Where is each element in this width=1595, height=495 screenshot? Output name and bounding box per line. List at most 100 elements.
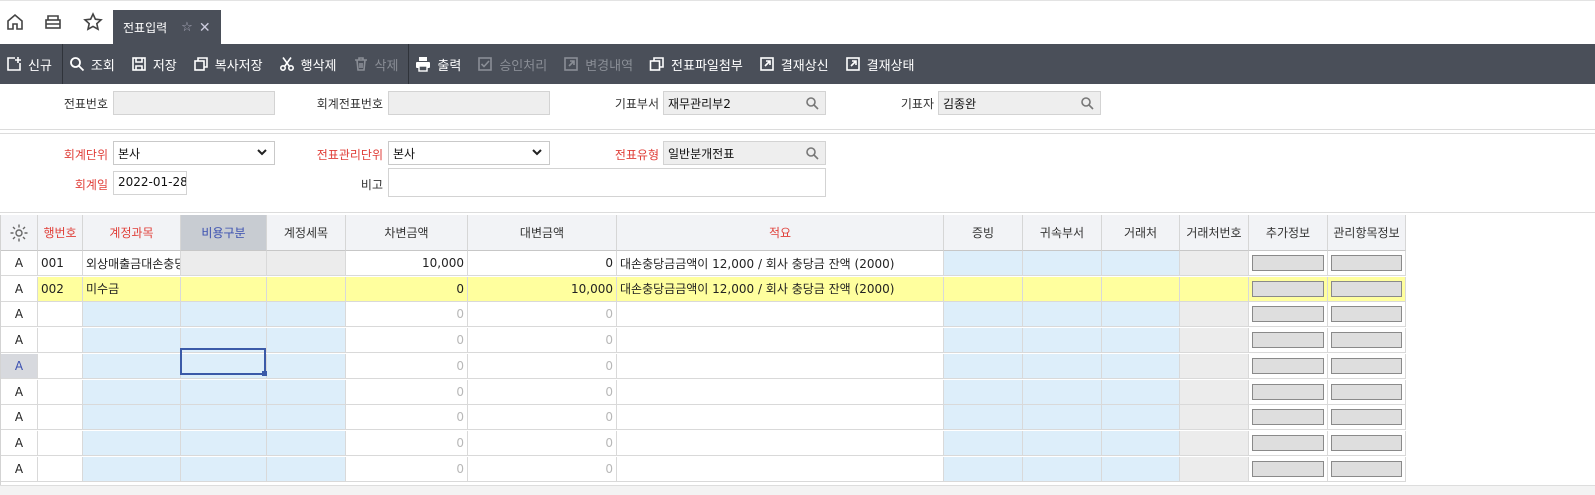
favorite-star-icon[interactable]: ☆ (181, 20, 193, 35)
grid-cell-vendor[interactable] (1102, 328, 1180, 354)
grid-cell-vendor-no[interactable] (1180, 302, 1249, 328)
grid-cell-debit[interactable]: 0 (346, 456, 468, 482)
mgmt-info-button[interactable] (1331, 255, 1402, 271)
extra-info-button[interactable] (1252, 434, 1324, 451)
grid-cell-dept[interactable] (1023, 405, 1102, 431)
extra-info-button[interactable] (1252, 383, 1324, 400)
grid-cell-vendor-no[interactable] (1180, 353, 1249, 379)
grid-cell-evidence[interactable] (944, 251, 1023, 276)
gear-icon[interactable] (9, 223, 29, 243)
grid-cell-vendor[interactable] (1102, 353, 1180, 379)
grid-cell-credit[interactable]: 0 (468, 251, 617, 276)
grid-cell-mgmt-info[interactable] (1328, 430, 1406, 456)
submit-approval-button[interactable]: 결재상신 (753, 44, 839, 84)
column-header-vendor[interactable]: 거래처 (1102, 215, 1180, 251)
grid-cell-debit[interactable]: 0 (346, 328, 468, 354)
grid-cell-memo[interactable]: 대손충당금금액이 12,000 / 회사 충당금 잔액 (2000) (617, 251, 944, 276)
printer-tray-icon[interactable] (38, 7, 68, 37)
grid-cell-debit[interactable]: 0 (346, 379, 468, 405)
grid-cell-cost-type[interactable] (181, 251, 267, 276)
grid-cell-evidence[interactable] (944, 353, 1023, 379)
grid-cell-extra-info[interactable] (1249, 430, 1328, 456)
mgmt-unit-select[interactable]: 본사 (388, 141, 550, 165)
grid-cell-vendor-no[interactable] (1180, 405, 1249, 431)
note-field[interactable] (388, 168, 826, 197)
extra-info-button[interactable] (1252, 280, 1324, 297)
grid-cell-credit[interactable]: 0 (468, 302, 617, 328)
grid-cell-memo[interactable] (617, 430, 944, 456)
grid-cell-row-no[interactable] (38, 302, 83, 328)
column-header-vendor-no[interactable]: 거래처번호 (1180, 215, 1249, 251)
grid-cell-dept[interactable] (1023, 302, 1102, 328)
column-header-account[interactable]: 계정과목 (83, 215, 181, 251)
grid-cell-account-detail[interactable] (267, 251, 346, 276)
grid-cell-mgmt-info[interactable] (1328, 328, 1406, 354)
mgmt-info-button[interactable] (1331, 280, 1402, 297)
grid-cell-account[interactable] (83, 353, 181, 379)
grid-cell-row-no[interactable]: 002 (38, 276, 83, 302)
grid-cell-credit[interactable]: 0 (468, 353, 617, 379)
grid-cell-mgmt-info[interactable] (1328, 379, 1406, 405)
star-icon[interactable] (78, 7, 108, 37)
grid-cell-vendor-no[interactable] (1180, 379, 1249, 405)
column-header-row-no[interactable]: 행번호 (38, 215, 83, 251)
grid-cell-evidence[interactable] (944, 456, 1023, 482)
grid-cell-account-detail[interactable] (267, 379, 346, 405)
grid-cell-extra-info[interactable] (1249, 379, 1328, 405)
search-icon[interactable] (1080, 96, 1094, 110)
new-button[interactable]: 신규 (0, 44, 62, 84)
approval-status-button[interactable]: 결재상태 (839, 44, 925, 84)
grid-cell-account-detail[interactable] (267, 430, 346, 456)
grid-cell-vendor[interactable] (1102, 302, 1180, 328)
grid-cell-memo[interactable] (617, 405, 944, 431)
grid-cell-row-no[interactable] (38, 379, 83, 405)
tab-slip-entry[interactable]: 전표입력 ☆ ✕ (113, 10, 221, 45)
grid-cell-vendor[interactable] (1102, 251, 1180, 276)
grid-cell-account[interactable] (83, 379, 181, 405)
grid-cell-mgmt-info[interactable] (1328, 251, 1406, 276)
grid-cell-mgmt-info[interactable] (1328, 456, 1406, 482)
grid-cell-cost-type[interactable] (181, 405, 267, 431)
grid-cell-row-no[interactable] (38, 456, 83, 482)
grid-cell-account[interactable] (83, 456, 181, 482)
column-header-dept[interactable]: 귀속부서 (1023, 215, 1102, 251)
grid-cell-vendor-no[interactable] (1180, 251, 1249, 276)
grid-cell-account-detail[interactable] (267, 353, 346, 379)
grid-cell-evidence[interactable] (944, 302, 1023, 328)
approve-button[interactable]: 승인처리 (471, 44, 557, 84)
grid-cell-vendor[interactable] (1102, 430, 1180, 456)
grid-cell-vendor-no[interactable] (1180, 456, 1249, 482)
grid-cell-debit[interactable]: 0 (346, 430, 468, 456)
grid-cell-cost-type[interactable] (181, 276, 267, 302)
grid-cell-debit[interactable]: 0 (346, 302, 468, 328)
column-header-settings[interactable] (1, 215, 38, 251)
grid-cell-row-no[interactable] (38, 430, 83, 456)
grid-cell-row-no[interactable]: 001 (38, 251, 83, 276)
mgmt-info-button[interactable] (1331, 434, 1402, 451)
grid-cell-account[interactable] (83, 328, 181, 354)
grid-cell-evidence[interactable] (944, 328, 1023, 354)
grid-cell-evidence[interactable] (944, 405, 1023, 431)
grid-cell-account[interactable] (83, 430, 181, 456)
column-header-mgmt-info[interactable]: 관리항목정보 (1328, 215, 1406, 251)
grid-cell-vendor[interactable] (1102, 379, 1180, 405)
mgmt-info-button[interactable] (1331, 306, 1402, 323)
copy-save-button[interactable]: 복사저장 (187, 44, 273, 84)
grid-cell-vendor-no[interactable] (1180, 328, 1249, 354)
grid-cell-memo[interactable] (617, 328, 944, 354)
grid-cell-extra-info[interactable] (1249, 405, 1328, 431)
dept-field[interactable]: 재무관리부2 (663, 91, 826, 115)
grid-cell-dept[interactable] (1023, 456, 1102, 482)
grid-cell-row-no[interactable] (38, 405, 83, 431)
grid-cell-debit[interactable]: 0 (346, 353, 468, 379)
home-icon[interactable] (0, 7, 30, 37)
extra-info-button[interactable] (1252, 460, 1324, 477)
grid-cell-extra-info[interactable] (1249, 353, 1328, 379)
grid-cell-vendor[interactable] (1102, 405, 1180, 431)
column-header-memo[interactable]: 적요 (617, 215, 944, 251)
search-icon[interactable] (805, 96, 819, 110)
type-field[interactable]: 일반분개전표 (663, 141, 826, 165)
grid-cell-vendor[interactable] (1102, 456, 1180, 482)
column-header-cost-type[interactable]: 비용구분 (181, 215, 267, 251)
grid-cell-vendor-no[interactable] (1180, 430, 1249, 456)
